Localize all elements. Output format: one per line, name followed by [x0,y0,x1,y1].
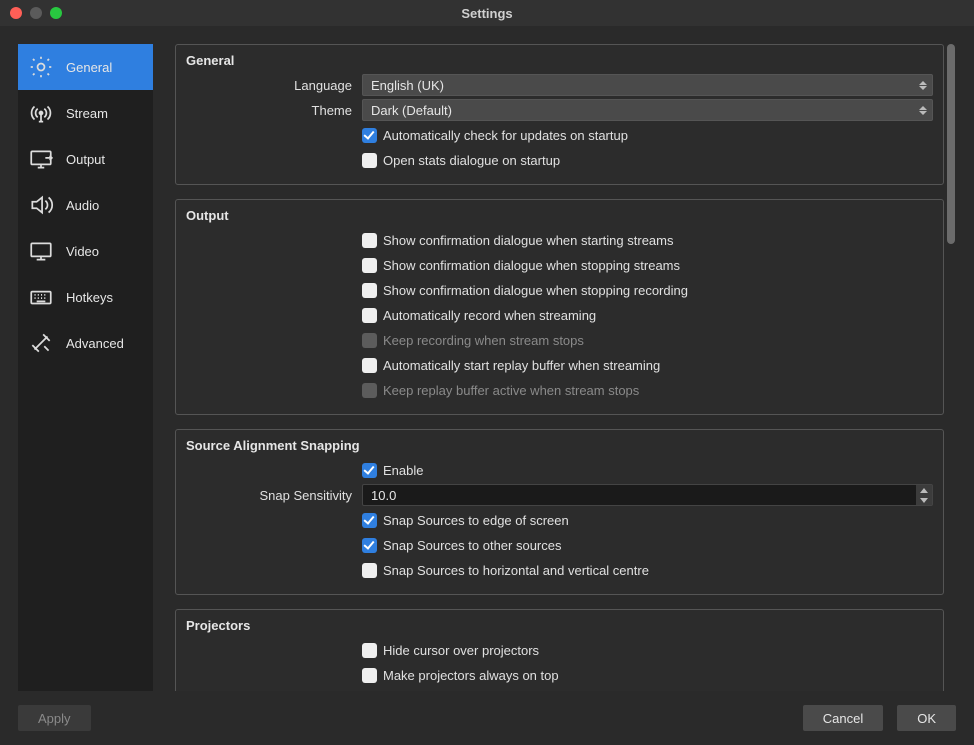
sidebar-item-output[interactable]: Output [18,136,153,182]
checkbox-snap-other[interactable] [362,538,377,553]
chevron-updown-icon [916,101,930,119]
label-snap-sensitivity: Snap Sensitivity [186,488,362,503]
antenna-icon [26,98,56,128]
monitor-out-icon [26,144,56,174]
checkbox-snap-centre[interactable] [362,563,377,578]
checkbox-label: Show confirmation dialogue when stopping… [383,283,688,298]
monitor-icon [26,236,56,266]
checkbox-auto-record[interactable] [362,308,377,323]
checkbox-hide-cursor[interactable] [362,643,377,658]
sidebar-item-label: Hotkeys [66,290,113,305]
sidebar-item-label: Output [66,152,105,167]
checkbox-label: Automatically start replay buffer when s… [383,358,660,373]
keyboard-icon [26,282,56,312]
checkbox-snapping-enable[interactable] [362,463,377,478]
checkbox-label: Enable [383,463,423,478]
traffic-lights [0,7,62,19]
group-title-output: Output [186,208,933,223]
sidebar-item-label: Advanced [66,336,124,351]
checkbox-label: Open stats dialogue on startup [383,153,560,168]
checkbox-label: Snap Sources to horizontal and vertical … [383,563,649,578]
checkbox-check-updates[interactable] [362,128,377,143]
gear-icon [26,52,56,82]
content-scrollbar[interactable] [946,44,956,691]
window-title: Settings [0,6,974,21]
theme-select[interactable]: Dark (Default) [362,99,933,121]
checkbox-confirm-stop-stream[interactable] [362,258,377,273]
checkbox-label: Show confirmation dialogue when stopping… [383,258,680,273]
group-output: Output Show confirmation dialogue when s… [175,199,944,415]
checkbox-open-stats[interactable] [362,153,377,168]
apply-button: Apply [18,705,91,731]
zoom-window-icon[interactable] [50,7,62,19]
sidebar-item-stream[interactable]: Stream [18,90,153,136]
checkbox-label: Snap Sources to other sources [383,538,562,553]
checkbox-snap-edge[interactable] [362,513,377,528]
sidebar-item-label: General [66,60,112,75]
sidebar-item-audio[interactable]: Audio [18,182,153,228]
checkbox-auto-replay-buffer[interactable] [362,358,377,373]
footer: Apply Cancel OK [18,691,956,731]
checkbox-label: Keep replay buffer active when stream st… [383,383,639,398]
checkbox-label: Hide cursor over projectors [383,643,539,658]
tools-icon [26,328,56,358]
titlebar: Settings [0,0,974,26]
checkbox-keep-recording [362,333,377,348]
ok-button[interactable]: OK [897,705,956,731]
checkbox-label: Automatically check for updates on start… [383,128,628,143]
sidebar-item-video[interactable]: Video [18,228,153,274]
checkbox-label: Make projectors always on top [383,668,559,683]
checkbox-label: Show confirmation dialogue when starting… [383,233,673,248]
cancel-button[interactable]: Cancel [803,705,883,731]
sidebar-item-general[interactable]: General [18,44,153,90]
checkbox-projectors-on-top[interactable] [362,668,377,683]
checkbox-label: Snap Sources to edge of screen [383,513,569,528]
sidebar-item-label: Video [66,244,99,259]
checkbox-confirm-stop-recording[interactable] [362,283,377,298]
label-theme: Theme [186,103,362,118]
checkbox-label: Keep recording when stream stops [383,333,584,348]
scroll-thumb[interactable] [947,44,955,244]
label-language: Language [186,78,362,93]
stepper-icon[interactable] [916,485,932,505]
checkbox-label: Automatically record when streaming [383,308,596,323]
settings-content: General Language English (UK) Theme [175,44,956,691]
sidebar-item-label: Audio [66,198,99,213]
snap-sensitivity-value: 10.0 [371,488,396,503]
sidebar-item-advanced[interactable]: Advanced [18,320,153,366]
sidebar-item-hotkeys[interactable]: Hotkeys [18,274,153,320]
chevron-updown-icon [916,76,930,94]
sidebar-item-label: Stream [66,106,108,121]
speaker-icon [26,190,56,220]
settings-sidebar: General Stream Output Audio [18,44,153,691]
checkbox-confirm-start-stream[interactable] [362,233,377,248]
snap-sensitivity-input[interactable]: 10.0 [362,484,933,506]
group-title-projectors: Projectors [186,618,933,633]
language-select[interactable]: English (UK) [362,74,933,96]
language-value: English (UK) [371,78,444,93]
group-title-snapping: Source Alignment Snapping [186,438,933,453]
checkbox-keep-replay-buffer [362,383,377,398]
theme-value: Dark (Default) [371,103,452,118]
minimize-window-icon [30,7,42,19]
group-projectors: Projectors Hide cursor over projectors M… [175,609,944,691]
group-title-general: General [186,53,933,68]
group-snapping: Source Alignment Snapping Enable Snap Se… [175,429,944,595]
close-window-icon[interactable] [10,7,22,19]
group-general: General Language English (UK) Theme [175,44,944,185]
